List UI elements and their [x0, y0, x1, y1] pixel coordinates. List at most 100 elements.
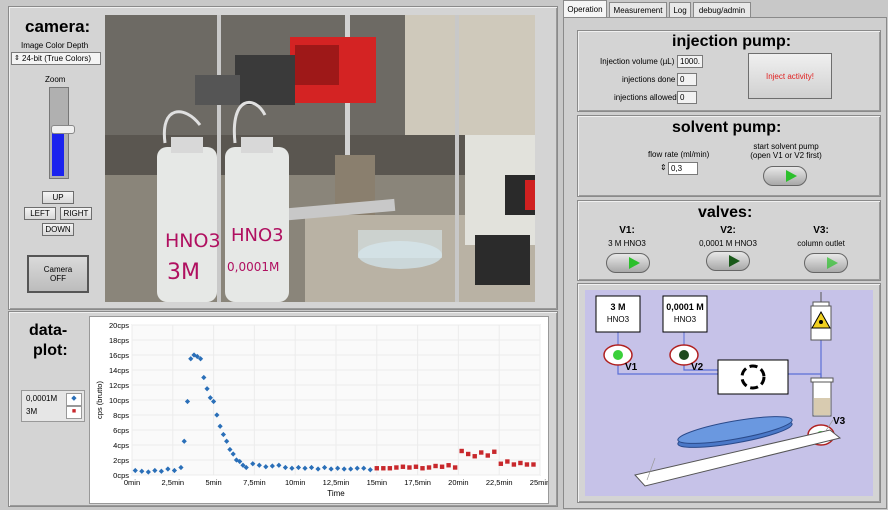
injections-done-field: 0 [677, 73, 697, 86]
zoom-label: Zoom [45, 75, 66, 84]
x-tick-label: 0min [124, 478, 140, 487]
y-tick-label: 2cps [113, 456, 129, 465]
y-axis-label: cps (brutto) [95, 381, 104, 419]
data-point-3m [381, 466, 386, 471]
tab-log[interactable]: Log [669, 2, 691, 17]
camera-feed: HNO3 3M HNO3 0,0001M [105, 15, 535, 302]
data-point-3m [374, 466, 379, 471]
schematic-bottle2-line2: HNO3 [673, 315, 697, 324]
valve-v3-desc: column outlet [797, 239, 845, 248]
solvent-pump-toggle[interactable] [763, 166, 807, 186]
bottle2-label-line2: 0,0001M [227, 260, 280, 274]
start-pump-label: start solvent pump (open V1 or V2 first) [750, 142, 822, 160]
data-point-3m [459, 448, 464, 454]
x-tick-label: 5min [205, 478, 221, 487]
x-tick-label: 22,5min [486, 478, 513, 487]
injections-allowed-field: 0 [677, 91, 697, 104]
y-tick-label: 6cps [113, 426, 129, 435]
data-point-3m [452, 465, 458, 470]
schematic-bottle2-line1: 0,0001 M [666, 302, 704, 312]
dataplot-title-line1: data- [29, 322, 68, 339]
valve-v2-led-icon [729, 255, 740, 267]
injection-volume-label: Injection volume (µL) [600, 57, 675, 66]
chart-svg: 0cps2cps4cps6cps8cps10cps12cps14cps16cps… [95, 321, 550, 498]
camera-title: camera: [25, 17, 91, 36]
data-point-3m [524, 462, 530, 467]
x-tick-label: 10min [285, 478, 305, 487]
data-point-3m [498, 461, 504, 466]
bottle1-label-line2: 3M [167, 260, 200, 285]
color-depth-select[interactable]: ⇕ 24-bit (True Colors) [11, 52, 101, 65]
data-point-3m [387, 466, 393, 471]
inject-activity-button[interactable]: Inject activity! [748, 53, 832, 99]
schematic-v1-label: V1 [625, 362, 638, 373]
legend-label: 3M [26, 407, 38, 416]
injections-allowed-label: injections allowed [614, 93, 677, 102]
data-point-3m [426, 465, 432, 470]
camera-off-button[interactable]: Camera OFF [27, 255, 89, 293]
y-tick-label: 16cps [109, 351, 129, 360]
data-point-3m [479, 450, 484, 455]
flow-rate-input[interactable]: 0,3 [668, 162, 698, 175]
schematic-bottle1-line2: HNO3 [606, 315, 630, 324]
y-tick-label: 14cps [109, 366, 129, 375]
injections-done-label: injections done [622, 75, 676, 84]
y-tick-label: 4cps [113, 441, 129, 450]
schematic-v2-label: V2 [691, 362, 704, 373]
valves-panel: valves: V1: 3 M HNO3 V2: 0,0001 M HNO3 V… [577, 200, 881, 281]
data-point-3m [394, 465, 399, 470]
nav-up-button[interactable]: UP [42, 191, 74, 204]
flow-rate-stepper[interactable]: ⇕ 0,3 [660, 162, 700, 176]
solvent-pump-led-icon [786, 170, 797, 182]
data-point-3m [413, 464, 419, 469]
zoom-slider[interactable] [49, 87, 75, 179]
data-point-3m [518, 460, 523, 466]
valve-v1-name: V1: [619, 225, 635, 236]
stepper-updown-icon[interactable]: ⇕ [660, 163, 667, 172]
chart-frame: 0cps 2cps 4cps 6cps 8cps 10cps 12cps 14cps 16cps… [89, 316, 550, 504]
injection-volume-field: 1000. [677, 55, 703, 68]
legend-marker-icon: ◆ [66, 393, 82, 406]
y-tick-label: 10cps [109, 396, 129, 405]
data-point-3m [433, 463, 438, 469]
x-tick-label: 12,5min [323, 478, 350, 487]
dataplot-panel: data- plot: 0,0001M ◆ 3M ■ 0cps 2cps 4cps 6… [8, 311, 558, 507]
tab-measurement[interactable]: Measurement [609, 2, 667, 17]
solvent-pump-panel: solvent pump: flow rate (ml/min) ⇕ 0,3 s… [577, 115, 881, 197]
valve-v2-toggle[interactable] [706, 251, 750, 271]
valve-v3-toggle[interactable] [804, 253, 848, 273]
solvent-title: solvent pump: [672, 119, 782, 136]
valve-v2-desc: 0,0001 M HNO3 [699, 239, 757, 248]
data-point-3m [446, 463, 451, 468]
data-point-3m [505, 459, 510, 464]
legend-marker-icon: ■ [66, 406, 82, 419]
y-tick-label: 12cps [109, 381, 129, 390]
zoom-slider-thumb[interactable] [51, 124, 75, 134]
tab-debug-admin[interactable]: debug/admin [693, 2, 751, 17]
updown-icon: ⇕ [14, 55, 20, 62]
data-point-3m [465, 451, 471, 457]
zoom-slider-fill [52, 128, 64, 176]
valve-v1-led-icon [629, 257, 640, 269]
legend-label: 0,0001M [26, 394, 58, 403]
schematic-panel: 3 M HNO3 0,0001 M HNO3 V1 V2 V3 [577, 283, 881, 503]
x-tick-label: 15min [367, 478, 387, 487]
legend-item-0[interactable]: 0,0001M ◆ [24, 393, 82, 406]
data-point-3m [531, 462, 536, 467]
nav-right-button[interactable]: RIGHT [60, 207, 92, 220]
x-tick-label: 7,5min [243, 478, 266, 487]
data-point-3m [485, 453, 490, 458]
data-point-3m [472, 454, 477, 459]
data-point-3m [511, 462, 517, 467]
tab-operation[interactable]: Operation [563, 0, 607, 17]
schematic-v3-label: V3 [833, 416, 846, 427]
data-point-3m [420, 466, 425, 471]
injection-title: injection pump: [672, 33, 792, 50]
nav-down-button[interactable]: DOWN [42, 223, 74, 236]
data-point-3m [492, 449, 497, 454]
y-tick-label: 8cps [113, 411, 129, 420]
nav-left-button[interactable]: LEFT [24, 207, 56, 220]
legend-item-1[interactable]: 3M ■ [24, 406, 82, 419]
valve-v1-toggle[interactable] [606, 253, 650, 273]
flow-rate-label: flow rate (ml/min) [648, 150, 710, 159]
